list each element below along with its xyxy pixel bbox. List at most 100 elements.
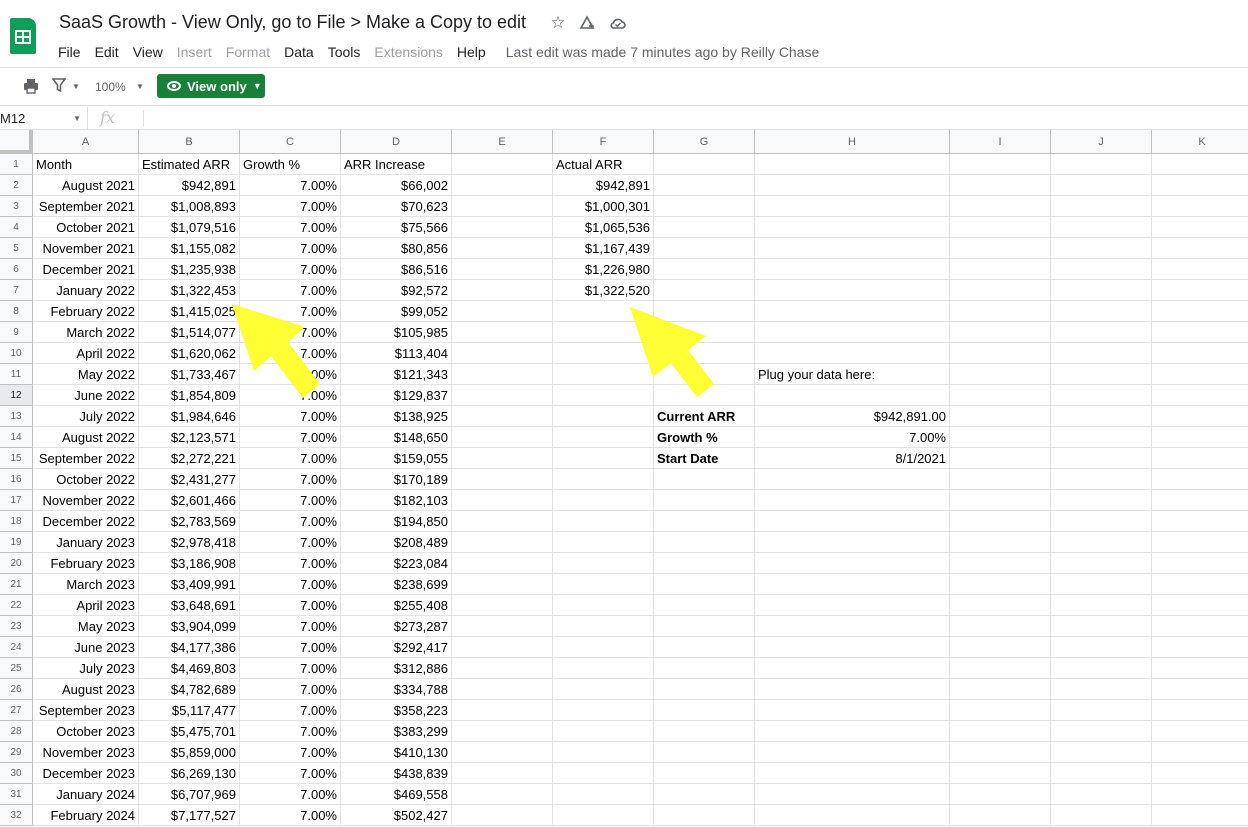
cell-d28[interactable]: $383,299 [341,721,452,742]
cell-b3[interactable]: $1,008,893 [139,196,240,217]
cell-h25[interactable] [755,658,950,679]
cell-g14[interactable]: Growth % [654,427,755,448]
cell-b32[interactable]: $7,177,527 [139,805,240,826]
cell-i14[interactable] [950,427,1051,448]
cell-e13[interactable] [452,406,553,427]
menu-format[interactable]: Format [226,44,270,60]
cell-e28[interactable] [452,721,553,742]
cell-i23[interactable] [950,616,1051,637]
cell-e27[interactable] [452,700,553,721]
column-header-k[interactable]: K [1152,130,1248,154]
cell-d26[interactable]: $334,788 [341,679,452,700]
cell-b14[interactable]: $2,123,571 [139,427,240,448]
row-header-5[interactable]: 5 [0,238,33,259]
cell-i9[interactable] [950,322,1051,343]
cell-b15[interactable]: $2,272,221 [139,448,240,469]
column-header-h[interactable]: H [755,130,950,154]
row-header-25[interactable]: 25 [0,658,33,679]
cell-j9[interactable] [1051,322,1152,343]
cell-k11[interactable] [1152,364,1248,385]
cell-g9[interactable] [654,322,755,343]
cell-g23[interactable] [654,616,755,637]
cell-d3[interactable]: $70,623 [341,196,452,217]
cell-f10[interactable] [553,343,654,364]
cell-h6[interactable] [755,259,950,280]
row-header-16[interactable]: 16 [0,469,33,490]
cell-g21[interactable] [654,574,755,595]
cell-j13[interactable] [1051,406,1152,427]
cell-a14[interactable]: August 2022 [33,427,139,448]
cell-e29[interactable] [452,742,553,763]
cell-d22[interactable]: $255,408 [341,595,452,616]
zoom-select[interactable]: 100% [95,77,126,97]
cell-h11[interactable]: Plug your data here: [755,364,950,385]
cell-g26[interactable] [654,679,755,700]
cell-a24[interactable]: June 2023 [33,637,139,658]
cell-f6[interactable]: $1,226,980 [553,259,654,280]
cell-h19[interactable] [755,532,950,553]
row-header-2[interactable]: 2 [0,175,33,196]
cell-a11[interactable]: May 2022 [33,364,139,385]
cell-f19[interactable] [553,532,654,553]
cell-d19[interactable]: $208,489 [341,532,452,553]
cell-i28[interactable] [950,721,1051,742]
cell-k13[interactable] [1152,406,1248,427]
cell-k20[interactable] [1152,553,1248,574]
row-header-14[interactable]: 14 [0,427,33,448]
cell-e9[interactable] [452,322,553,343]
cell-c4[interactable]: 7.00% [240,217,341,238]
cell-d2[interactable]: $66,002 [341,175,452,196]
cell-c8[interactable]: 7.00% [240,301,341,322]
cell-f25[interactable] [553,658,654,679]
cell-f32[interactable] [553,805,654,826]
row-header-18[interactable]: 18 [0,511,33,532]
cell-c5[interactable]: 7.00% [240,238,341,259]
cell-k5[interactable] [1152,238,1248,259]
column-header-c[interactable]: C [240,130,341,154]
cell-f3[interactable]: $1,000,301 [553,196,654,217]
cell-j5[interactable] [1051,238,1152,259]
cell-f30[interactable] [553,763,654,784]
cell-f16[interactable] [553,469,654,490]
row-header-3[interactable]: 3 [0,196,33,217]
cell-e15[interactable] [452,448,553,469]
cell-h30[interactable] [755,763,950,784]
cell-h23[interactable] [755,616,950,637]
cell-g22[interactable] [654,595,755,616]
cell-h22[interactable] [755,595,950,616]
cell-c31[interactable]: 7.00% [240,784,341,805]
cell-e20[interactable] [452,553,553,574]
cell-a23[interactable]: May 2023 [33,616,139,637]
cell-a27[interactable]: September 2023 [33,700,139,721]
cell-i21[interactable] [950,574,1051,595]
cell-h4[interactable] [755,217,950,238]
cell-d21[interactable]: $238,699 [341,574,452,595]
cell-e24[interactable] [452,637,553,658]
cell-e18[interactable] [452,511,553,532]
row-header-32[interactable]: 32 [0,805,33,826]
cell-k18[interactable] [1152,511,1248,532]
cell-g29[interactable] [654,742,755,763]
cell-a32[interactable]: February 2024 [33,805,139,826]
cell-g24[interactable] [654,637,755,658]
cell-d5[interactable]: $80,856 [341,238,452,259]
cell-j18[interactable] [1051,511,1152,532]
cell-g3[interactable] [654,196,755,217]
cell-d10[interactable]: $113,404 [341,343,452,364]
cell-k26[interactable] [1152,679,1248,700]
cell-c2[interactable]: 7.00% [240,175,341,196]
row-header-26[interactable]: 26 [0,679,33,700]
menu-tools[interactable]: Tools [328,44,361,60]
cell-c23[interactable]: 7.00% [240,616,341,637]
cell-e19[interactable] [452,532,553,553]
cell-c25[interactable]: 7.00% [240,658,341,679]
cell-c32[interactable]: 7.00% [240,805,341,826]
column-header-g[interactable]: G [654,130,755,154]
cell-c20[interactable]: 7.00% [240,553,341,574]
cell-h18[interactable] [755,511,950,532]
select-all-corner[interactable] [0,130,33,154]
cell-i2[interactable] [950,175,1051,196]
cell-a30[interactable]: December 2023 [33,763,139,784]
column-header-j[interactable]: J [1051,130,1152,154]
cell-d15[interactable]: $159,055 [341,448,452,469]
